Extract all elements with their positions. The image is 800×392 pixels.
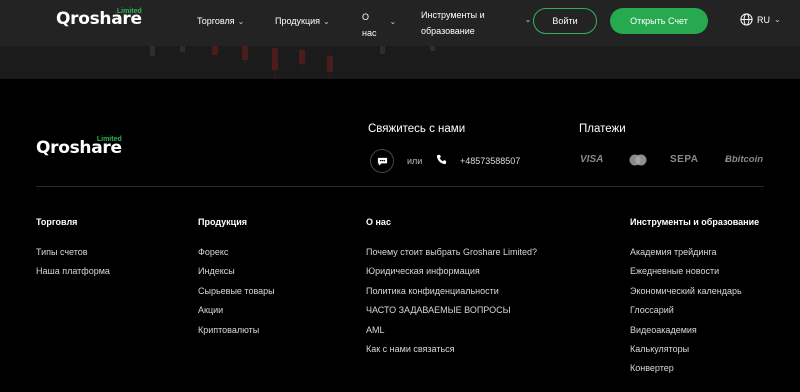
language-label: RU [757, 14, 770, 25]
phone-icon [436, 154, 447, 165]
footer-col-trading-list: Типы счетов Наша платформа [36, 247, 110, 286]
nav-tools-label-1: Инструменты и [421, 10, 485, 20]
globe-icon [740, 13, 753, 26]
open-account-button[interactable]: Открыть Счет [610, 8, 708, 34]
footer-link[interactable]: Видеоакадемия [630, 325, 742, 344]
hero-background [0, 46, 800, 79]
footer-col-trading-title: Торговля [36, 217, 78, 227]
nav-products[interactable]: Продукция ⌄ [275, 16, 330, 26]
phone-number[interactable]: +48573588507 [460, 156, 520, 166]
chat-button[interactable] [370, 149, 394, 173]
nav-about-label-2: нас [362, 28, 377, 38]
sepa-logo: SEPA [670, 154, 699, 165]
footer-link[interactable]: Экономический календарь [630, 286, 742, 305]
footer-link[interactable]: Типы счетов [36, 247, 110, 266]
visa-logo: VISA [580, 154, 604, 165]
footer-link[interactable]: Индексы [198, 266, 275, 285]
footer-col-tools-list: Академия трейдинга Ежедневные новости Эк… [630, 247, 742, 383]
footer-link[interactable]: Юридическая информация [366, 266, 537, 285]
footer-col-products-title: Продукция [198, 217, 247, 227]
payments-title: Платежи [579, 123, 626, 135]
nav-about-label-1: О [362, 12, 370, 22]
brand-logo-tag: Limited [116, 8, 142, 15]
chevron-down-icon: ⌄ [774, 15, 781, 24]
nav-tools-education[interactable]: Инструменты и образование ⌄ [421, 7, 531, 39]
chevron-down-icon: ⌄ [524, 15, 532, 24]
or-text: или [407, 156, 423, 166]
mastercard-logo [629, 154, 647, 166]
chevron-down-icon: ⌄ [323, 16, 330, 26]
brand-logo[interactable]: Qroshare Limited [56, 8, 142, 28]
nav-trading[interactable]: Торговля ⌄ [197, 16, 244, 26]
footer-divider [36, 186, 764, 187]
footer-link[interactable]: Криптовалюты [198, 325, 275, 344]
footer-link[interactable]: Конвертер [630, 363, 742, 382]
chat-icon [377, 157, 387, 166]
chevron-down-icon: ⌄ [237, 16, 245, 26]
footer-link[interactable]: AML [366, 325, 537, 344]
nav-tools-label-2: образование [421, 26, 475, 36]
footer-link[interactable]: Форекс [198, 247, 275, 266]
footer-link[interactable]: Ежедневные новости [630, 266, 742, 285]
chevron-down-icon: ⌄ [389, 17, 397, 26]
footer-brand-logo-tag: Limited [96, 136, 122, 143]
bitcoin-label: bitcoin [731, 154, 764, 165]
bitcoin-logo: Ƀbitcoin [725, 154, 763, 165]
footer-link[interactable]: Сырьевые товары [198, 286, 275, 305]
footer-link[interactable]: ЧАСТО ЗАДАВАЕМЫЕ ВОПРОСЫ [366, 305, 537, 324]
footer-link[interactable]: Калькуляторы [630, 344, 742, 363]
language-selector[interactable]: RU ⌄ [740, 13, 781, 26]
footer-brand-logo[interactable]: Qroshare Limited [36, 136, 122, 157]
footer-link[interactable]: Почему стоит выбрать Groshare Limited? [366, 247, 537, 266]
footer-col-about-title: О нас [366, 217, 391, 227]
footer-link[interactable]: Как с нами связаться [366, 344, 537, 363]
candlestick-decoration [150, 46, 435, 79]
footer-link[interactable]: Академия трейдинга [630, 247, 742, 266]
footer-link[interactable]: Политика конфиденциальности [366, 286, 537, 305]
login-button[interactable]: Войти [533, 8, 597, 34]
bitcoin-icon: Ƀ [725, 154, 732, 165]
footer-link[interactable]: Акции [198, 305, 275, 324]
top-navbar: Qroshare Limited Торговля ⌄ Продукция ⌄ … [0, 0, 800, 46]
footer-link[interactable]: Глоссарий [630, 305, 742, 324]
footer-col-about-list: Почему стоит выбрать Groshare Limited? Ю… [366, 247, 537, 363]
footer-link[interactable]: Наша платформа [36, 266, 110, 285]
footer-col-products-list: Форекс Индексы Сырьевые товары Акции Кри… [198, 247, 275, 344]
contact-title: Свяжитесь с нами [368, 123, 466, 135]
nav-trading-label: Торговля [197, 16, 235, 26]
nav-about[interactable]: О нас ⌄ [362, 9, 396, 41]
footer-col-tools-title: Инструменты и образование [630, 217, 760, 227]
nav-products-label: Продукция [275, 16, 321, 26]
